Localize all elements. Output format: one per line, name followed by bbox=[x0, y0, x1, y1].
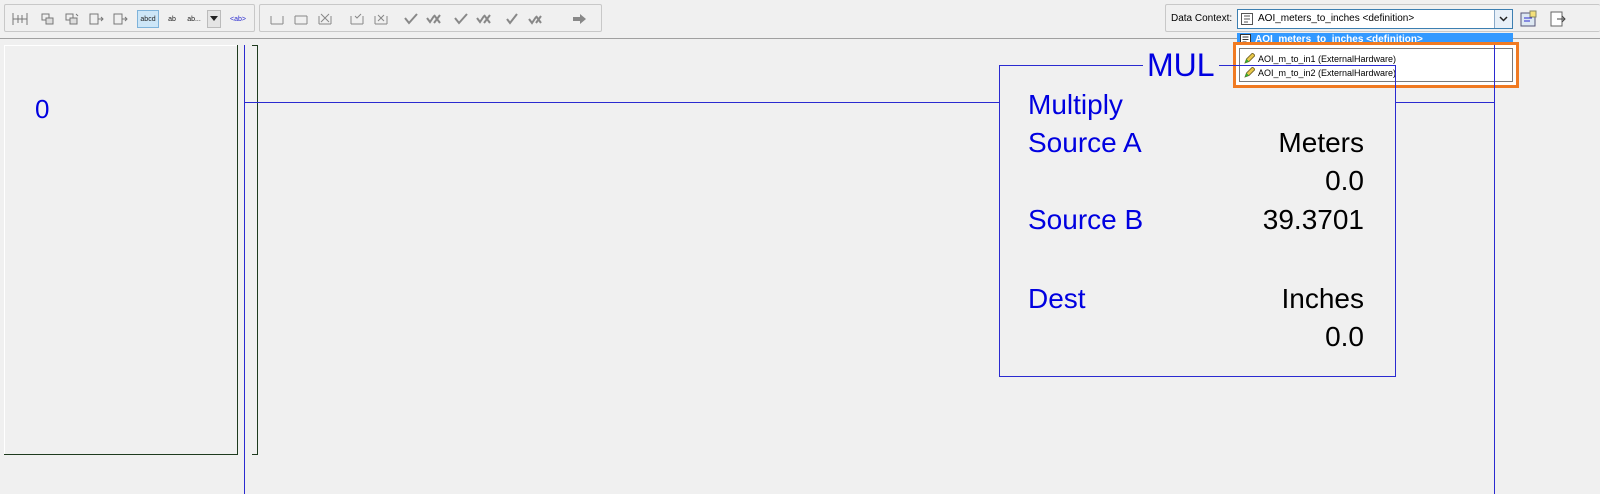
data-context-value: AOI_meters_to_inches <definition> bbox=[1258, 13, 1415, 24]
ab-toggle-button[interactable]: ab bbox=[163, 10, 181, 28]
cancel-rung-edits-icon[interactable] bbox=[316, 10, 334, 28]
ab-toggle-icon: ab bbox=[168, 15, 176, 23]
data-context-label: Data Context: bbox=[1171, 13, 1233, 24]
element-edit-icon[interactable] bbox=[111, 10, 129, 28]
cancel-program-edits-icon[interactable] bbox=[372, 10, 390, 28]
dest-label: Dest bbox=[1028, 283, 1086, 314]
abcd-display-button[interactable]: abcd bbox=[137, 10, 159, 28]
ab-more-icon: ab... bbox=[187, 15, 201, 23]
data-context-combobox[interactable]: AOI_meters_to_inches <definition> bbox=[1237, 9, 1513, 29]
source-b-label: Source B bbox=[1028, 204, 1144, 235]
rung-insert-icon[interactable] bbox=[11, 10, 29, 28]
source-b-value[interactable]: 39.3701 bbox=[1263, 204, 1364, 236]
ab-tag-button[interactable]: <ab> bbox=[227, 10, 249, 28]
instance-properties-icon[interactable] bbox=[1519, 9, 1539, 29]
forward-arrow-icon[interactable] bbox=[570, 10, 588, 28]
mul-description: Multiply bbox=[1028, 89, 1123, 120]
ab-tag-icon: <ab> bbox=[230, 15, 246, 23]
dropdown-arrow-icon[interactable] bbox=[207, 10, 221, 28]
accept-pending-icon[interactable] bbox=[402, 10, 420, 28]
mul-mnemonic[interactable]: MUL bbox=[1143, 47, 1219, 83]
source-a-value: 0.0 bbox=[1325, 165, 1364, 196]
dest-tag[interactable]: Inches bbox=[1282, 283, 1365, 315]
rung-number-panel: 0 bbox=[4, 45, 238, 455]
dest-value: 0.0 bbox=[1325, 321, 1364, 352]
cancel-assemble-icon[interactable] bbox=[526, 10, 544, 28]
rung-branch-level-icon[interactable] bbox=[63, 10, 81, 28]
rung-number[interactable]: 0 bbox=[35, 94, 49, 125]
rung-margin-line bbox=[237, 45, 238, 455]
left-power-rail bbox=[244, 45, 245, 494]
abcd-display-icon: abcd bbox=[140, 15, 156, 23]
rung-divider bbox=[4, 454, 237, 455]
accept-rung-edits-icon[interactable] bbox=[292, 10, 310, 28]
untest-edits-icon[interactable] bbox=[474, 10, 492, 28]
aoi-definition-icon bbox=[1241, 13, 1253, 25]
cancel-pending-icon[interactable] bbox=[424, 10, 442, 28]
finalize-rung-icon[interactable] bbox=[348, 10, 366, 28]
rung-branch-icon[interactable] bbox=[39, 10, 57, 28]
start-rung-edits-icon[interactable] bbox=[268, 10, 286, 28]
source-a-tag[interactable]: Meters bbox=[1278, 127, 1364, 159]
rung-selection-bracket bbox=[252, 45, 258, 455]
navigate-definition-icon[interactable] bbox=[1548, 9, 1568, 29]
edit-toolbar-group bbox=[259, 4, 602, 32]
ab-more-button[interactable]: ab... bbox=[183, 10, 205, 28]
element-insert-icon[interactable] bbox=[87, 10, 105, 28]
assemble-edits-icon[interactable] bbox=[504, 10, 522, 28]
test-edits-icon[interactable] bbox=[452, 10, 470, 28]
ladder-editor[interactable]: 0 MUL Multiply Source A Meters 0.0 Sourc… bbox=[0, 39, 1600, 494]
rung-wire-left bbox=[244, 102, 999, 103]
chevron-down-icon[interactable] bbox=[1494, 10, 1512, 28]
right-power-rail bbox=[1494, 45, 1495, 494]
source-a-label: Source A bbox=[1028, 127, 1142, 158]
rung-wire-right bbox=[1396, 102, 1494, 103]
element-toolbar-group: abcd ab ab... <ab> bbox=[4, 4, 255, 32]
